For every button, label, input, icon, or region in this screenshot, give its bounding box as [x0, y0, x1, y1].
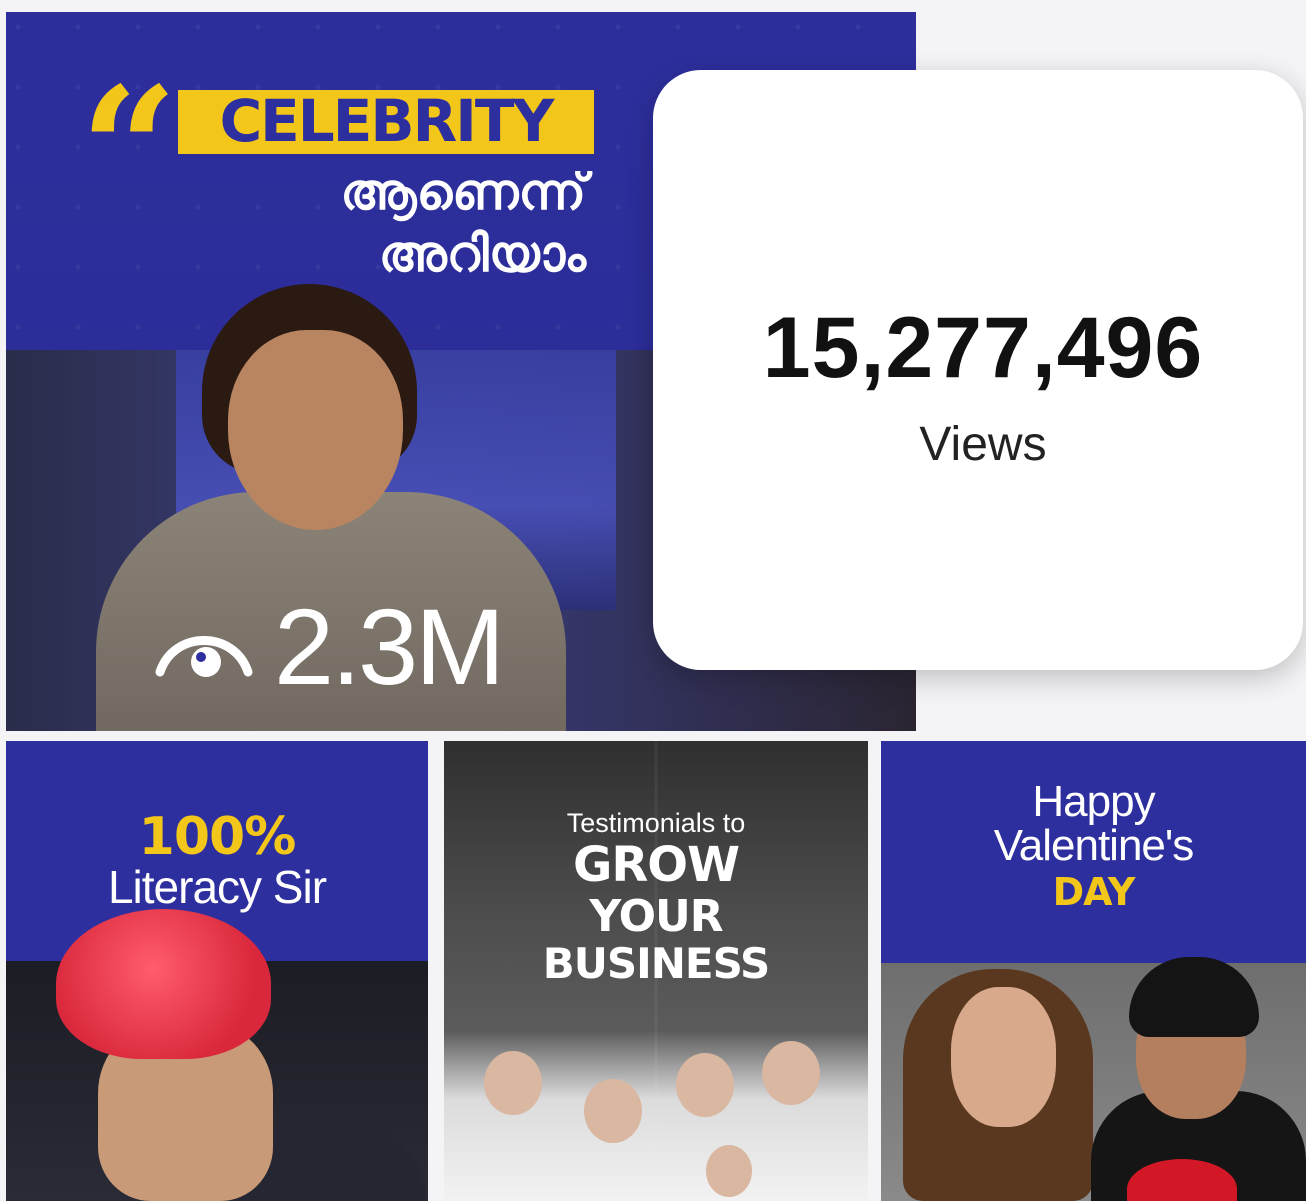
- testimonials-family-photo: [444, 1031, 868, 1201]
- quote-mark-icon: “: [80, 50, 178, 250]
- hero-view-count: 2.3M: [274, 586, 505, 707]
- testimonials-line-business: BUSINESS: [542, 939, 770, 988]
- testimonials-line-grow: GROW: [572, 837, 740, 893]
- hero-title: CELEBRITY: [219, 87, 555, 155]
- literacy-person-turban: [56, 909, 271, 1059]
- literacy-headline: 100%: [138, 807, 297, 867]
- testimonials-intro: Testimonials to: [566, 808, 746, 838]
- hero-malayalam-line-2: അറിയാം: [378, 225, 586, 283]
- literacy-subtitle: Literacy Sir: [107, 861, 327, 913]
- valentine-line-day: DAY: [1052, 870, 1136, 914]
- family-member: [762, 1041, 820, 1105]
- family-member: [584, 1079, 642, 1143]
- total-views-number: 15,277,496: [762, 300, 1204, 396]
- hero-person-face: [228, 330, 403, 530]
- family-member: [676, 1053, 734, 1117]
- valentine-line-happy: Happy: [1032, 777, 1155, 826]
- valentine-line-valentines: Valentine's: [993, 821, 1195, 870]
- total-views-label: Views: [919, 418, 1047, 471]
- valentine-thumbnail[interactable]: Happy Valentine's DAY: [881, 741, 1306, 1201]
- eye-icon: [155, 636, 253, 677]
- literacy-thumbnail[interactable]: 100% Literacy Sir: [6, 741, 428, 1201]
- views-stat-card: 15,277,496 Views: [653, 70, 1303, 670]
- family-member: [706, 1145, 752, 1197]
- valentine-woman-face: [951, 987, 1056, 1127]
- family-member: [484, 1051, 542, 1115]
- hero-malayalam-line-1: ആണെന്ന്: [340, 163, 586, 221]
- testimonials-line-your: YOUR: [589, 891, 723, 942]
- testimonials-thumbnail[interactable]: Testimonials to GROW YOUR BUSINESS: [444, 741, 868, 1201]
